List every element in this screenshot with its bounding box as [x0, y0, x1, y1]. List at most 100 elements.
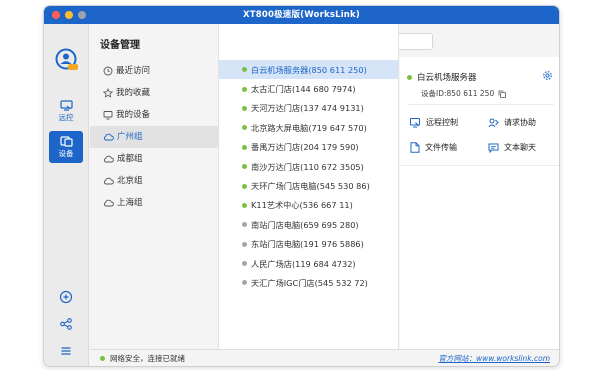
sidebar: 远控 设备	[44, 24, 89, 366]
device-label: 天河万达门店(137 474 9131)	[251, 103, 364, 114]
cloud-icon	[103, 199, 114, 207]
title-bar: XT800极速版(WorksLink)	[44, 6, 559, 24]
online-status-dot	[242, 183, 247, 189]
device-label: 南站门店电脑(659 695 280)	[251, 219, 359, 230]
remote-control-label: 远程控制	[426, 118, 458, 127]
user-assist-icon	[488, 118, 499, 127]
status-bar: 网络安全，连接已就绪 官方网站：www.workslink.com	[90, 349, 559, 366]
add-icon[interactable]	[59, 290, 73, 304]
nav-remote[interactable]: 远控	[49, 95, 83, 127]
device-row[interactable]: 南站门店电脑(659 695 280)	[219, 215, 398, 234]
divider	[400, 165, 559, 166]
device-label: 北京路大屏电脑(719 647 570)	[251, 122, 367, 133]
offline-status-dot	[242, 261, 247, 267]
gear-icon[interactable]	[542, 70, 553, 81]
group-panel: 设备管理 最近访问 我的收藏 我的设备 广州组 成都组 北京组 上海组	[90, 24, 218, 349]
remote-control-icon	[410, 117, 420, 127]
device-row[interactable]: 人民广场店(119 684 4732)	[219, 254, 398, 273]
nav-devices[interactable]: 设备	[49, 131, 83, 163]
online-status-dot	[242, 67, 247, 73]
group-item-my-devices[interactable]: 我的设备	[90, 104, 218, 126]
device-name: 白云机场服务器	[417, 73, 477, 83]
close-window-button[interactable]	[52, 11, 60, 19]
device-label: K11艺术中心(536 667 11)	[251, 200, 353, 211]
device-label: 天汇广场IGC门店(545 532 72)	[251, 277, 368, 288]
file-transfer-label: 文件传输	[425, 143, 457, 152]
star-icon	[103, 88, 113, 98]
online-status-dot	[242, 202, 247, 208]
window-title: XT800极速版(WorksLink)	[242, 10, 360, 20]
device-id-text: 设备ID:850 611 250	[421, 89, 495, 98]
avatar[interactable]	[55, 48, 78, 71]
cloud-icon	[103, 133, 114, 141]
device-panel: 白云机场服务器(850 611 250) 太古汇门店(144 680 7974) 天…	[218, 24, 399, 349]
official-website-link[interactable]: 官方网站：www.workslink.com	[438, 353, 550, 364]
device-detail-panel: 白云机场服务器 设备ID:850 611 250 远程控制 请求协助 文件传输 …	[400, 57, 559, 349]
group-item-beijing[interactable]: 北京组	[90, 170, 218, 192]
cloud-icon	[103, 177, 114, 185]
device-label: 天环广场门店电脑(545 530 86)	[251, 181, 370, 192]
device-row[interactable]: 太古汇门店(144 680 7974)	[219, 79, 398, 98]
online-status-dot	[242, 144, 247, 150]
file-icon	[410, 142, 420, 153]
device-row[interactable]: 白云机场服务器(850 611 250)	[219, 60, 398, 80]
device-label: 白云机场服务器(850 611 250)	[251, 64, 367, 75]
online-status-dot	[407, 74, 412, 80]
online-status-dot	[242, 86, 247, 92]
minimize-window-button[interactable]	[65, 11, 73, 19]
copy-icon[interactable]	[498, 90, 507, 98]
group-item-label: 成都组	[117, 154, 143, 164]
group-item-label: 我的设备	[116, 110, 151, 120]
text-chat-label: 文本聊天	[504, 143, 536, 152]
device-row[interactable]: 东站门店电脑(191 976 5886)	[219, 235, 398, 254]
device-row[interactable]: 天环广场门店电脑(545 530 86)	[219, 176, 398, 195]
chat-icon	[488, 143, 499, 153]
device-row[interactable]: 番禺万达门店(204 179 590)	[219, 138, 398, 157]
device-row[interactable]: 天汇广场IGC门店(545 532 72)	[219, 273, 398, 292]
device-row[interactable]: 北京路大屏电脑(719 647 570)	[219, 118, 398, 137]
clock-icon	[103, 66, 113, 76]
group-item-favorites[interactable]: 我的收藏	[90, 82, 218, 104]
device-row[interactable]: 天河万达门店(137 474 9131)	[219, 99, 398, 118]
offline-status-dot	[242, 241, 247, 247]
device-row[interactable]: K11艺术中心(536 667 11)	[219, 196, 398, 215]
user-avatar-icon	[55, 48, 78, 70]
request-help-label: 请求协助	[504, 118, 536, 127]
online-status-dot	[242, 125, 247, 131]
status-text: 网络安全，连接已就绪	[110, 353, 185, 363]
group-item-label: 广州组	[117, 132, 143, 142]
online-status-dot	[242, 105, 247, 111]
group-item-label: 上海组	[117, 198, 143, 208]
device-label: 东站门店电脑(191 976 5886)	[251, 239, 364, 250]
zoom-window-button[interactable]	[78, 11, 86, 19]
group-item-label: 我的收藏	[116, 88, 151, 98]
group-item-label: 最近访问	[116, 66, 151, 76]
offline-status-dot	[242, 280, 247, 286]
devices-icon	[59, 136, 73, 147]
group-item-shanghai[interactable]: 上海组	[90, 192, 218, 214]
remote-control-button[interactable]: 远程控制	[410, 117, 458, 128]
remote-desktop-icon	[59, 100, 73, 111]
online-status-dot	[242, 164, 247, 170]
menu-icon[interactable]	[59, 344, 73, 358]
nav-devices-label: 设备	[58, 149, 74, 158]
file-transfer-button[interactable]: 文件传输	[410, 142, 457, 153]
monitor-icon	[103, 111, 113, 120]
group-item-label: 北京组	[117, 176, 143, 186]
request-help-button[interactable]: 请求协助	[488, 117, 536, 128]
group-item-chengdu[interactable]: 成都组	[90, 148, 218, 170]
connection-status-dot	[100, 355, 105, 361]
text-chat-button[interactable]: 文本聊天	[488, 142, 536, 153]
group-item-recent[interactable]: 最近访问	[90, 60, 218, 82]
divider	[407, 104, 554, 105]
app-window: XT800极速版(WorksLink) 远控 设备 设备管理 最近访问 我的收藏…	[43, 5, 560, 367]
device-list: 白云机场服务器(850 611 250) 太古汇门店(144 680 7974) 天…	[219, 60, 398, 293]
device-label: 人民广场店(119 684 4732)	[251, 258, 356, 269]
group-item-guangzhou[interactable]: 广州组	[90, 126, 218, 148]
device-label: 太古汇门店(144 680 7974)	[251, 84, 356, 95]
offline-status-dot	[242, 222, 247, 228]
share-icon[interactable]	[59, 317, 73, 331]
group-list: 最近访问 我的收藏 我的设备 广州组 成都组 北京组 上海组	[90, 60, 218, 214]
device-label: 番禺万达门店(204 179 590)	[251, 142, 359, 153]
device-row[interactable]: 南沙万达门店(110 672 3505)	[219, 157, 398, 176]
